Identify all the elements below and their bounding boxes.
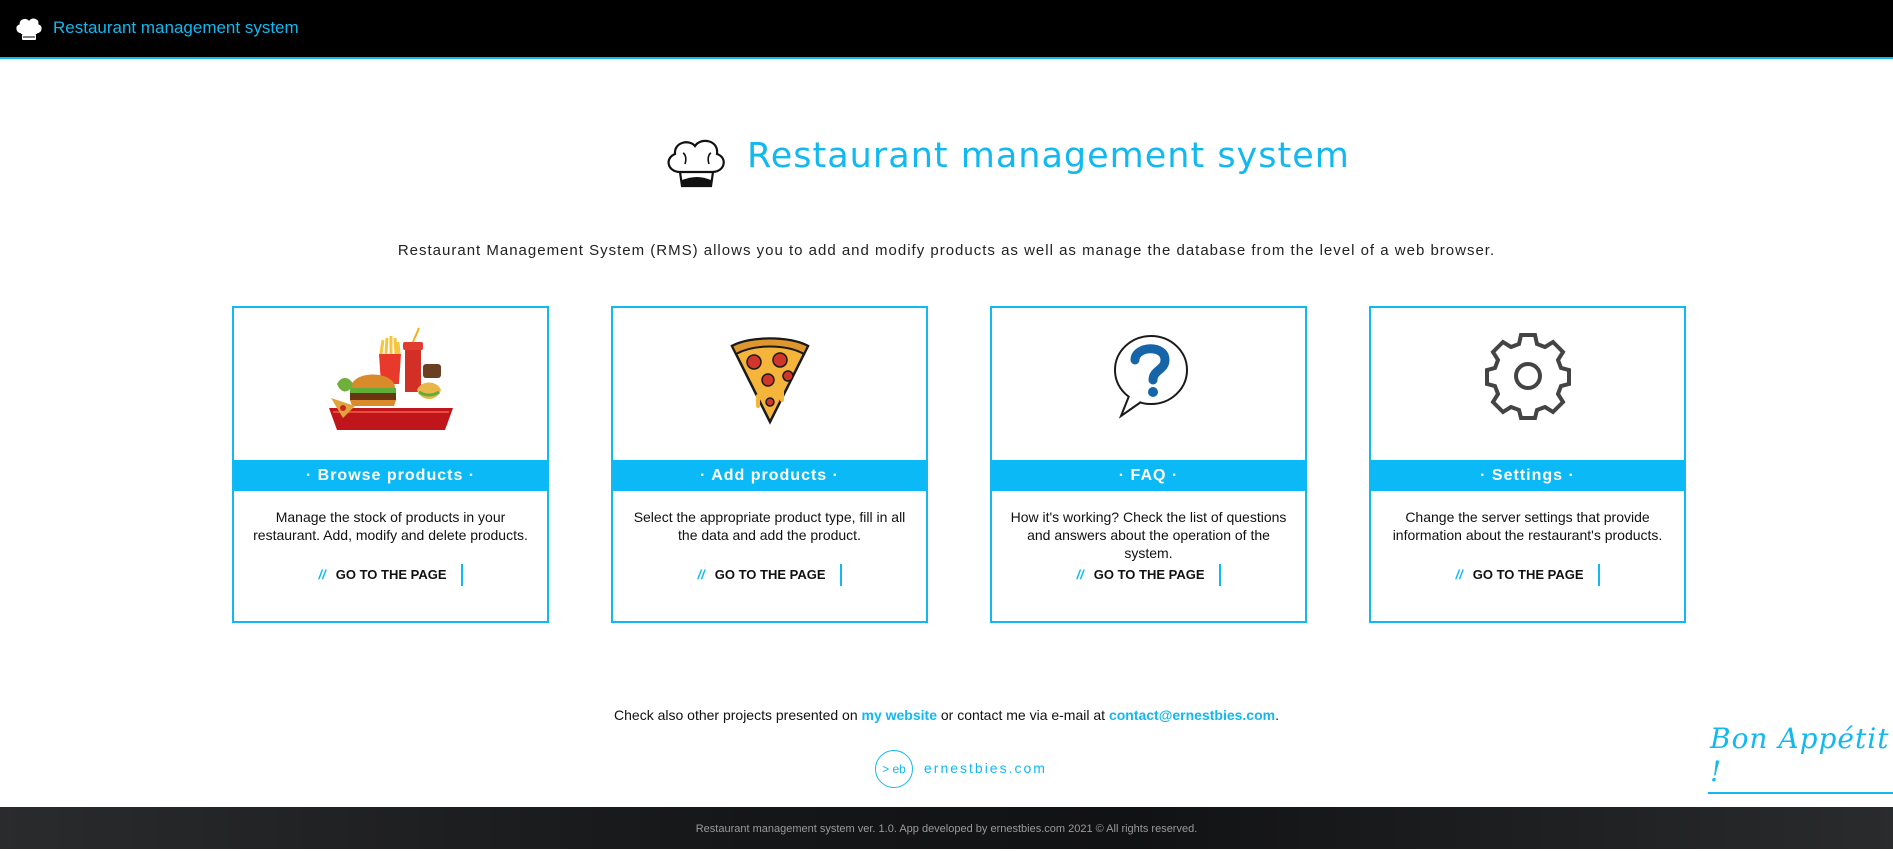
page-title: Restaurant management system <box>747 136 1350 176</box>
fast-food-tray-icon <box>328 327 453 430</box>
contact-middle: or contact me via e-mail at <box>936 707 1109 723</box>
intro-text: Restaurant Management System (RMS) allow… <box>397 242 1496 259</box>
card-description: How it's working? Check the list of ques… <box>1010 509 1287 561</box>
link-prefix: // <box>1455 567 1463 582</box>
pizza-slice-icon <box>729 337 810 425</box>
gear-icon <box>1484 333 1571 420</box>
chef-hat-icon[interactable] <box>13 14 45 44</box>
navbar-brand-link[interactable]: Restaurant management system <box>53 18 299 38</box>
eb-logo-badge[interactable]: > eb <box>875 750 913 788</box>
bon-appetit-signature: Bon Appétit ! <box>1708 722 1893 794</box>
link-prefix: // <box>1076 567 1084 582</box>
page-footer: Restaurant management system ver. 1.0. A… <box>0 807 1893 849</box>
card-add-products: · Add products · Select the appropriate … <box>611 306 928 623</box>
card-description: Manage the stock of products in your res… <box>253 509 528 543</box>
my-website-link[interactable]: my website <box>862 707 937 723</box>
chef-hat-icon <box>667 139 725 188</box>
link-label: GO TO THE PAGE <box>1093 567 1205 582</box>
card-settings: · Settings · Change the server settings … <box>1369 306 1686 623</box>
question-bubble-icon <box>1113 335 1188 419</box>
contact-text: Check also other projects presented on m… <box>0 707 1893 723</box>
card-title: · Settings · <box>1371 460 1684 491</box>
card-description: Change the server settings that provide … <box>1392 509 1663 543</box>
card-title: · Add products · <box>613 460 926 491</box>
go-to-add-products-link[interactable]: // GO TO THE PAGE <box>698 564 842 586</box>
card-description: Select the appropriate product type, fil… <box>633 509 906 543</box>
card-title: · Browse products · <box>234 460 547 491</box>
link-prefix: // <box>697 567 705 582</box>
link-label: GO TO THE PAGE <box>335 567 447 582</box>
card-browse-products: · Browse products · Manage the stock of … <box>232 306 549 623</box>
card-title: · FAQ · <box>992 460 1305 491</box>
contact-suffix: . <box>1275 707 1279 723</box>
go-to-browse-products-link[interactable]: // GO TO THE PAGE <box>319 564 463 586</box>
link-label: GO TO THE PAGE <box>1472 567 1584 582</box>
top-navbar: Restaurant management system <box>0 0 1893 59</box>
contact-prefix: Check also other projects presented on <box>614 707 862 723</box>
link-prefix: // <box>318 567 326 582</box>
go-to-faq-link[interactable]: // GO TO THE PAGE <box>1077 564 1221 586</box>
email-link[interactable]: contact@ernestbies.com <box>1109 707 1275 723</box>
card-faq: · FAQ · How it's working? Check the list… <box>990 306 1307 623</box>
ernestbies-site-link[interactable]: ernestbies.com <box>924 760 1047 776</box>
link-label: GO TO THE PAGE <box>714 567 826 582</box>
footer-text: Restaurant management system ver. 1.0. A… <box>695 823 1198 835</box>
go-to-settings-link[interactable]: // GO TO THE PAGE <box>1456 564 1600 586</box>
